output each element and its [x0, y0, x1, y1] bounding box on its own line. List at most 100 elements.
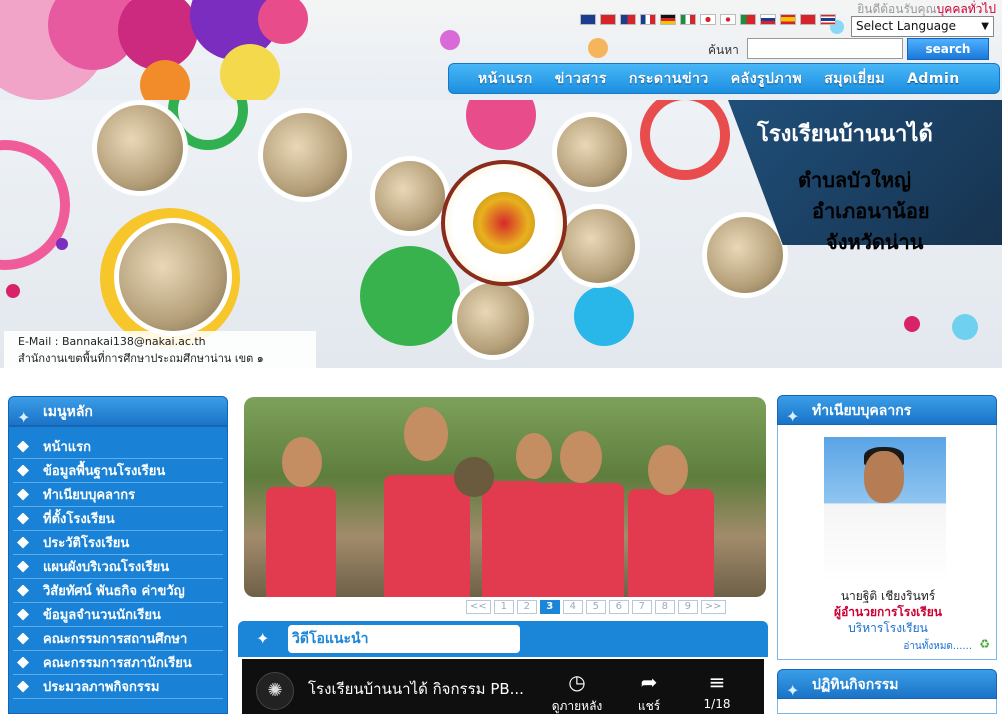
welcome-prefix: ยินดีต้อนรับคุณ [857, 2, 937, 16]
flag-cn-icon[interactable] [600, 14, 616, 25]
nav-home[interactable]: หน้าแรก [467, 68, 544, 90]
language-flags [580, 14, 836, 25]
slide-figure [384, 475, 470, 597]
language-select-value: Select Language [856, 19, 957, 33]
nav-board[interactable]: กระดานข่าว [618, 68, 720, 90]
activity-photo [92, 100, 188, 196]
menu-item-history[interactable]: ประวัติโรงเรียน [13, 531, 223, 555]
pager-page[interactable]: 4 [562, 600, 583, 614]
flag-th-icon[interactable] [820, 14, 836, 25]
subdistrict: ตำบลบัวใหญ่ [798, 170, 912, 192]
photo-slider[interactable] [244, 397, 766, 597]
staff-department: บริหารโรงเรียน [848, 621, 928, 635]
playlist-icon: ≡ [708, 670, 726, 694]
flag-vn-icon[interactable] [800, 14, 816, 25]
share-icon: ➦ [640, 670, 658, 694]
read-all-link[interactable]: อ่านทั้งหมด...... [903, 639, 972, 654]
video-section-header: ✦ วิดีโอแนะนำ [238, 621, 768, 657]
diamond-bullet-icon [17, 464, 29, 477]
diamond-bullet-icon [17, 656, 29, 669]
calendar-body [777, 699, 997, 714]
diamond-bullet-icon [17, 488, 29, 501]
nav-gallery[interactable]: คลังรูปภาพ [720, 68, 814, 90]
video-section-title: วิดีโอแนะนำ [288, 625, 520, 653]
youtube-embed[interactable]: ✺ โรงเรียนบ้านนาได้ กิจกรรม PB... ◷ ดูภา… [242, 659, 764, 714]
flag-fr-icon[interactable] [640, 14, 656, 25]
flag-jp-icon[interactable] [700, 14, 716, 25]
activity-photo [370, 156, 450, 236]
menu-item-students[interactable]: ข้อมูลจำนวนนักเรียน [13, 603, 223, 627]
staff-photo[interactable] [824, 437, 946, 583]
top-navigation: หน้าแรก ข่าวสาร กระดานข่าว คลังรูปภาพ สม… [448, 63, 1000, 94]
activity-photo [452, 278, 534, 360]
flag-pt-icon[interactable] [740, 14, 756, 25]
main-menu-list: หน้าแรก ข้อมูลพื้นฐานโรงเรียน ทำเนียบบุค… [8, 426, 228, 714]
province: จังหวัดน่าน [826, 232, 924, 254]
channel-avatar-icon[interactable]: ✺ [256, 672, 294, 710]
main-menu: ✦ เมนูหลัก หน้าแรก ข้อมูลพื้นฐานโรงเรียน… [8, 396, 228, 714]
menu-item-vision[interactable]: วิสัยทัศน์ พันธกิจ ค่าขวัญ [13, 579, 223, 603]
pager-page[interactable]: 5 [585, 600, 606, 614]
activity-photo [552, 112, 632, 192]
decor-circle [440, 30, 460, 50]
video-title[interactable]: โรงเรียนบ้านนาได้ กิจกรรม PB... [308, 677, 524, 701]
slide-object [454, 457, 494, 497]
calendar-title: ปฏิทินกิจกรรม [812, 677, 899, 693]
decor-ring [640, 100, 730, 180]
diamond-bullet-icon [17, 584, 29, 597]
slide-figure [560, 431, 602, 483]
activity-photo [702, 212, 788, 298]
menu-item-board[interactable]: คณะกรรมการสถานศึกษา [13, 627, 223, 651]
pager-page-active[interactable]: 3 [539, 600, 560, 614]
pager-next[interactable]: >> [700, 600, 726, 614]
menu-item-location[interactable]: ที่ตั้งโรงเรียน [13, 507, 223, 531]
flag-es-icon[interactable] [780, 14, 796, 25]
nav-admin[interactable]: Admin [896, 71, 971, 87]
pager-page[interactable]: 2 [516, 600, 537, 614]
search-input[interactable] [747, 38, 903, 59]
school-email: E-Mail : Bannakai138@nakai.ac.th [18, 335, 206, 348]
menu-item-activities[interactable]: ประมวลภาพกิจกรรม [13, 675, 223, 699]
activity-photo [114, 218, 232, 336]
search-label: ค้นหา [708, 43, 739, 57]
menu-item-home[interactable]: หน้าแรก [13, 435, 223, 459]
pager-page[interactable]: 9 [677, 600, 698, 614]
diamond-bullet-icon [17, 608, 29, 621]
sparkle-icon: ✦ [256, 629, 270, 648]
decor-circle [140, 60, 190, 100]
main-menu-title: เมนูหลัก [43, 404, 93, 420]
flag-kr-icon[interactable] [720, 14, 736, 25]
pager-page[interactable]: 6 [608, 600, 629, 614]
chevron-down-icon: ▼ [981, 21, 989, 32]
pager-page[interactable]: 7 [631, 600, 652, 614]
flag-ru-icon[interactable] [760, 14, 776, 25]
staff-directory-title: ทำเนียบบุคลากร [812, 403, 912, 419]
pager-prev[interactable]: << [466, 600, 491, 614]
search-button[interactable]: search [907, 38, 989, 60]
language-select[interactable]: Select Language ▼ [851, 16, 994, 37]
decor-circle [588, 38, 608, 58]
banner-contact: E-Mail : Bannakai138@nakai.ac.th สำนักงา… [4, 331, 316, 368]
menu-item-staff[interactable]: ทำเนียบบุคลากร [13, 483, 223, 507]
flag-de-icon[interactable] [660, 14, 676, 25]
share-button[interactable]: ➦ แชร์ [622, 671, 676, 714]
diamond-bullet-icon [17, 536, 29, 549]
flag-it-icon[interactable] [680, 14, 696, 25]
nav-guestbook[interactable]: สมุดเยี่ยม [813, 68, 896, 90]
playlist-button[interactable]: ≡ 1/18 [690, 671, 744, 711]
decor-circle [6, 284, 20, 298]
school-seal-logo [441, 160, 567, 286]
pager-page[interactable]: 1 [493, 600, 514, 614]
flag-tw-icon[interactable] [620, 14, 636, 25]
video-section: ✦ วิดีโอแนะนำ ✺ โรงเรียนบ้านนาได้ กิจกรร… [238, 621, 768, 714]
education-office: สำนักงานเขตพื้นที่การศึกษาประถมศึกษาน่าน… [18, 352, 264, 365]
flag-gb-icon[interactable] [580, 14, 596, 25]
menu-item-school-info[interactable]: ข้อมูลพื้นฐานโรงเรียน [13, 459, 223, 483]
watch-later-button[interactable]: ◷ ดูภายหลัง [550, 671, 604, 714]
user-link[interactable]: บุคคลทั่วไป [937, 2, 996, 16]
nav-news[interactable]: ข่าวสาร [544, 68, 618, 90]
menu-item-student-council[interactable]: คณะกรรมการสภานักเรียน [13, 651, 223, 675]
site-header: ยินดีต้อนรับคุณบุคคลทั่วไป Select Langua… [0, 0, 1002, 100]
pager-page[interactable]: 8 [654, 600, 675, 614]
menu-item-map[interactable]: แผนผังบริเวณโรงเรียน [13, 555, 223, 579]
